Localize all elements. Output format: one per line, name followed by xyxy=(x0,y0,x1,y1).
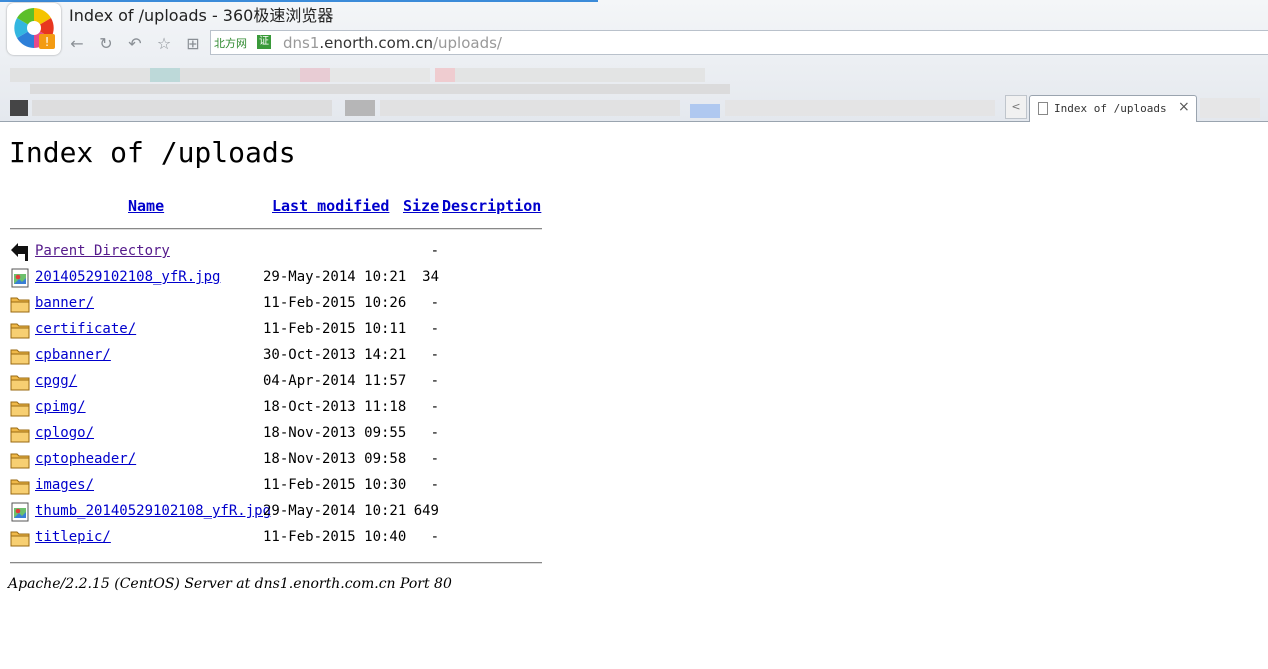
list-item: cptopheader/18-Nov-2013 09:58 - xyxy=(10,448,550,472)
size-cell: - xyxy=(430,373,439,389)
page-content: Index of /uploads Name Last modified Siz… xyxy=(0,124,1268,669)
size-cell: - xyxy=(430,295,439,311)
sort-by-name-link[interactable]: Name xyxy=(128,197,164,215)
page-icon xyxy=(1038,102,1048,115)
back-arrow-icon xyxy=(10,242,31,262)
sort-by-size-link[interactable]: Size xyxy=(403,197,439,215)
certificate-icon[interactable]: 证 xyxy=(257,35,271,49)
list-item: cplogo/18-Nov-2013 09:55 - xyxy=(10,422,550,446)
file-link[interactable]: 20140529102108_yfR.jpg xyxy=(35,269,220,285)
last-modified-cell: 30-Oct-2013 14:21 xyxy=(263,347,407,363)
list-item: thumb_20140529102108_yfR.jpg 29-May-2014 … xyxy=(10,500,550,524)
file-link[interactable]: images/ xyxy=(35,477,94,493)
list-item: titlepic/11-Feb-2015 10:40 - xyxy=(10,526,550,550)
folder-icon xyxy=(10,476,31,496)
url-path: /uploads/ xyxy=(432,34,502,52)
last-modified-cell: 18-Nov-2013 09:58 xyxy=(263,451,407,467)
file-link[interactable]: cpimg/ xyxy=(35,399,86,415)
back-icon[interactable]: ← xyxy=(67,34,87,54)
size-cell: - xyxy=(430,243,439,259)
size-cell: - xyxy=(430,529,439,545)
tab-index-of-uploads[interactable]: Index of /uploads × xyxy=(1029,95,1197,122)
last-modified-cell: 11-Feb-2015 10:40 xyxy=(263,529,407,545)
folder-icon xyxy=(10,450,31,470)
browser-logo-icon[interactable]: ! xyxy=(7,3,61,55)
list-item: banner/11-Feb-2015 10:26 - xyxy=(10,292,550,316)
file-link[interactable]: cpbanner/ xyxy=(35,347,111,363)
list-item: cpimg/18-Oct-2013 11:18 - xyxy=(10,396,550,420)
folder-icon xyxy=(10,528,31,548)
file-link[interactable]: cpgg/ xyxy=(35,373,77,389)
last-modified-cell: 29-May-2014 10:21 xyxy=(263,503,407,519)
folder-icon xyxy=(10,424,31,444)
address-url[interactable]: dns1.enorth.com.cn/uploads/ xyxy=(283,34,502,52)
footer-divider xyxy=(10,562,542,564)
server-signature: Apache/2.2.15 (CentOS) Server at dns1.en… xyxy=(8,576,452,592)
size-cell: - xyxy=(430,321,439,337)
tab-label: Index of /uploads xyxy=(1054,102,1167,115)
list-item: cpbanner/30-Oct-2013 14:21 - xyxy=(10,344,550,368)
favorite-star-icon[interactable]: ☆ xyxy=(154,34,174,54)
last-modified-cell: 11-Feb-2015 10:11 xyxy=(263,321,407,337)
tab-scroll-left-button[interactable]: < xyxy=(1005,95,1027,119)
url-scheme: dns1 xyxy=(283,34,320,52)
file-link[interactable]: banner/ xyxy=(35,295,94,311)
list-item: images/11-Feb-2015 10:30 - xyxy=(10,474,550,498)
undo-icon[interactable]: ↶ xyxy=(125,34,145,54)
reload-icon[interactable]: ↻ xyxy=(96,34,116,54)
list-item: Parent Directory - xyxy=(10,240,550,264)
image-file-icon xyxy=(10,502,31,522)
file-link[interactable]: thumb_20140529102108_yfR.jpg xyxy=(35,503,271,519)
size-cell: 34 xyxy=(422,269,439,285)
last-modified-cell: 04-Apr-2014 11:57 xyxy=(263,373,407,389)
browser-chrome: ! Index of /uploads - 360极速浏览器 ← ↻ ↶ ☆ ⊞… xyxy=(0,0,1268,122)
address-bar[interactable]: 北方网 证 dns1.enorth.com.cn/uploads/ xyxy=(210,30,1268,55)
size-cell: - xyxy=(430,425,439,441)
folder-icon xyxy=(10,320,31,340)
last-modified-cell: 29-May-2014 10:21 xyxy=(263,269,407,285)
list-item: 20140529102108_yfR.jpg 29-May-2014 10:21 3… xyxy=(10,266,550,290)
header-divider xyxy=(10,228,542,230)
file-link[interactable]: titlepic/ xyxy=(35,529,111,545)
size-cell: - xyxy=(430,347,439,363)
bookmarks-bar xyxy=(0,62,1268,94)
svg-text:!: ! xyxy=(45,35,50,49)
size-cell: 649 xyxy=(413,503,439,519)
url-host: .enorth.com.cn xyxy=(319,34,433,52)
size-cell: - xyxy=(430,399,439,415)
sort-by-last-modified-link[interactable]: Last modified xyxy=(272,197,389,215)
folder-icon xyxy=(10,346,31,366)
last-modified-cell: 11-Feb-2015 10:30 xyxy=(263,477,407,493)
image-file-icon xyxy=(10,268,31,288)
last-modified-cell: 18-Oct-2013 11:18 xyxy=(263,399,407,415)
size-cell: - xyxy=(430,477,439,493)
file-link[interactable]: cplogo/ xyxy=(35,425,94,441)
list-item: certificate/11-Feb-2015 10:11 - xyxy=(10,318,550,342)
list-item: cpgg/04-Apr-2014 11:57 - xyxy=(10,370,550,394)
folder-icon xyxy=(10,294,31,314)
parent-directory-link[interactable]: Parent Directory xyxy=(35,243,170,259)
file-link[interactable]: cptopheader/ xyxy=(35,451,136,467)
file-link[interactable]: certificate/ xyxy=(35,321,136,337)
folder-icon xyxy=(10,398,31,418)
last-modified-cell: 18-Nov-2013 09:55 xyxy=(263,425,407,441)
window-title: Index of /uploads - 360极速浏览器 xyxy=(69,6,334,25)
page-title: Index of /uploads xyxy=(9,136,296,169)
size-cell: - xyxy=(430,451,439,467)
last-modified-cell: 11-Feb-2015 10:26 xyxy=(263,295,407,311)
tab-close-icon[interactable]: × xyxy=(1178,99,1190,115)
folder-icon xyxy=(10,372,31,392)
apps-grid-icon[interactable]: ⊞ xyxy=(183,34,203,54)
sort-by-description-link[interactable]: Description xyxy=(442,197,541,215)
site-badge: 北方网 xyxy=(214,37,247,50)
